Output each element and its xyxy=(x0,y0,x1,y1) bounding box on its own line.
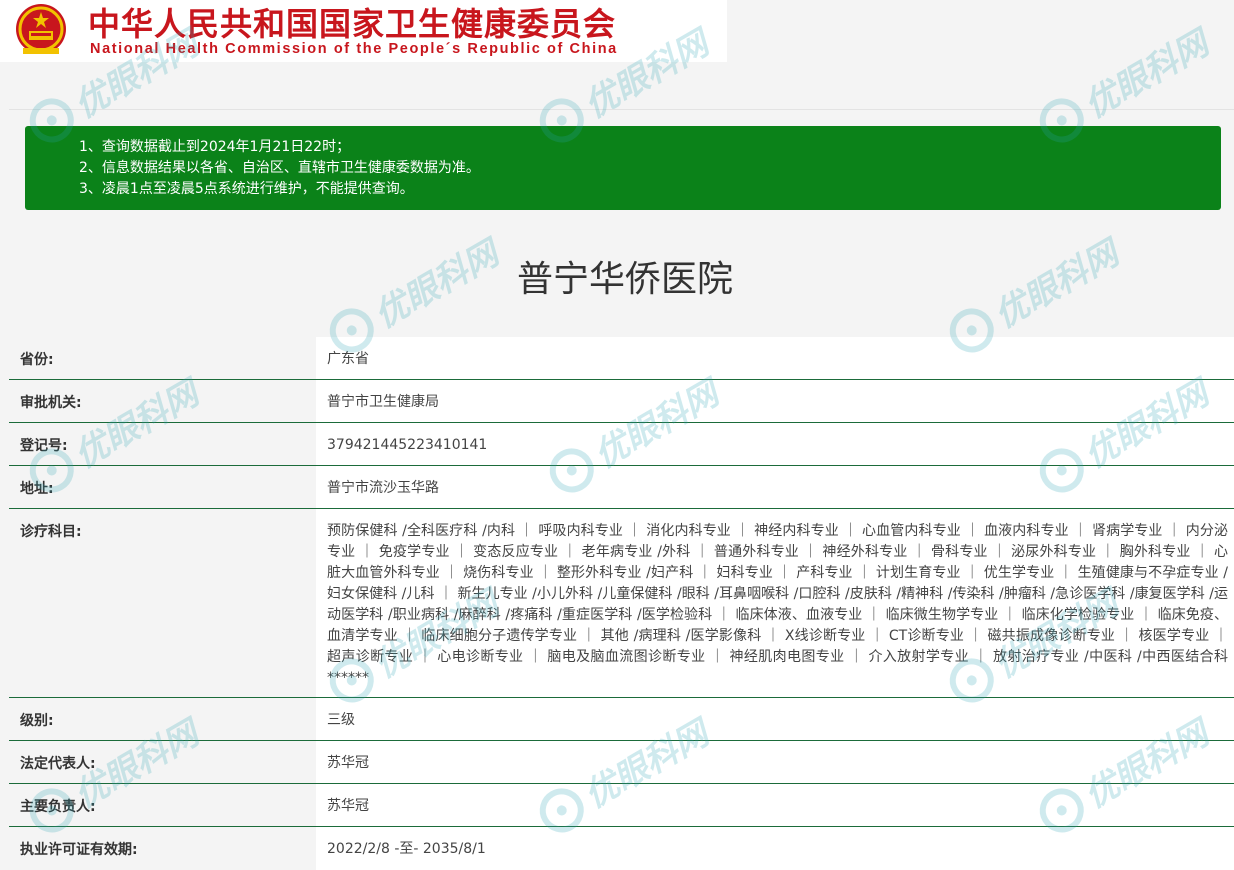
row-value: 普宁市卫生健康局 xyxy=(327,394,439,410)
row-label: 法定代表人: xyxy=(20,756,96,772)
row-label: 审批机关: xyxy=(20,395,82,411)
row-label: 级别: xyxy=(20,713,54,729)
notice-line: 3、凌晨1点至凌晨5点系统进行维护，不能提供查询。 xyxy=(79,181,414,197)
site-header: 中华人民共和国国家卫生健康委员会 National Health Commiss… xyxy=(0,0,727,62)
row-label: 诊疗科目: xyxy=(20,524,82,540)
notice-box: 1、查询数据截止到2024年1月21日22时； 2、信息数据结果以各省、自治区、… xyxy=(25,126,1221,210)
details-table: 省份: 广东省 审批机关: 普宁市卫生健康局 登记号: 379421445223… xyxy=(9,337,1234,870)
notice-line: 1、查询数据截止到2024年1月21日22时； xyxy=(79,139,351,155)
row-value: 普宁市流沙玉华路 xyxy=(327,480,439,496)
row-value: 广东省 xyxy=(327,351,369,367)
detail-row-registration: 登记号: 379421445223410141 xyxy=(9,423,1234,466)
row-value: 2022/2/8 -至- 2035/8/1 xyxy=(327,841,486,857)
row-value: 苏华冠 xyxy=(327,755,369,771)
detail-row-address: 地址: 普宁市流沙玉华路 xyxy=(9,466,1234,509)
row-value: 苏华冠 xyxy=(327,798,369,814)
detail-row-authority: 审批机关: 普宁市卫生健康局 xyxy=(9,380,1234,423)
row-label: 地址: xyxy=(20,481,54,497)
national-emblem-icon xyxy=(16,4,66,54)
row-label: 执业许可证有效期: xyxy=(20,842,138,858)
hospital-name: 普宁华侨医院 xyxy=(516,259,733,300)
row-label: 登记号: xyxy=(20,438,68,454)
detail-row-legal-rep: 法定代表人: 苏华冠 xyxy=(9,741,1234,784)
notice-line: 2、信息数据结果以各省、自治区、直辖市卫生健康委数据为准。 xyxy=(79,160,480,176)
site-title-cn: 中华人民共和国国家卫生健康委员会 xyxy=(88,5,617,43)
row-label: 主要负责人: xyxy=(20,799,96,815)
header-divider xyxy=(9,109,1234,110)
detail-row-province: 省份: 广东省 xyxy=(9,337,1234,380)
row-value: 预防保健科 /全科医疗科 /内科 ｜ 呼吸内科专业 ｜ 消化内科专业 ｜ 神经内… xyxy=(327,523,1228,686)
detail-row-validity: 执业许可证有效期: 2022/2/8 -至- 2035/8/1 xyxy=(9,827,1234,870)
row-value: 三级 xyxy=(327,712,355,728)
site-title-en: National Health Commission of the People… xyxy=(90,41,618,57)
detail-row-level: 级别: 三级 xyxy=(9,698,1234,741)
row-label: 省份: xyxy=(20,352,54,368)
detail-row-departments: 诊疗科目: 预防保健科 /全科医疗科 /内科 ｜ 呼吸内科专业 ｜ 消化内科专业… xyxy=(9,509,1234,698)
row-value: 379421445223410141 xyxy=(327,437,488,453)
detail-row-principal: 主要负责人: 苏华冠 xyxy=(9,784,1234,827)
